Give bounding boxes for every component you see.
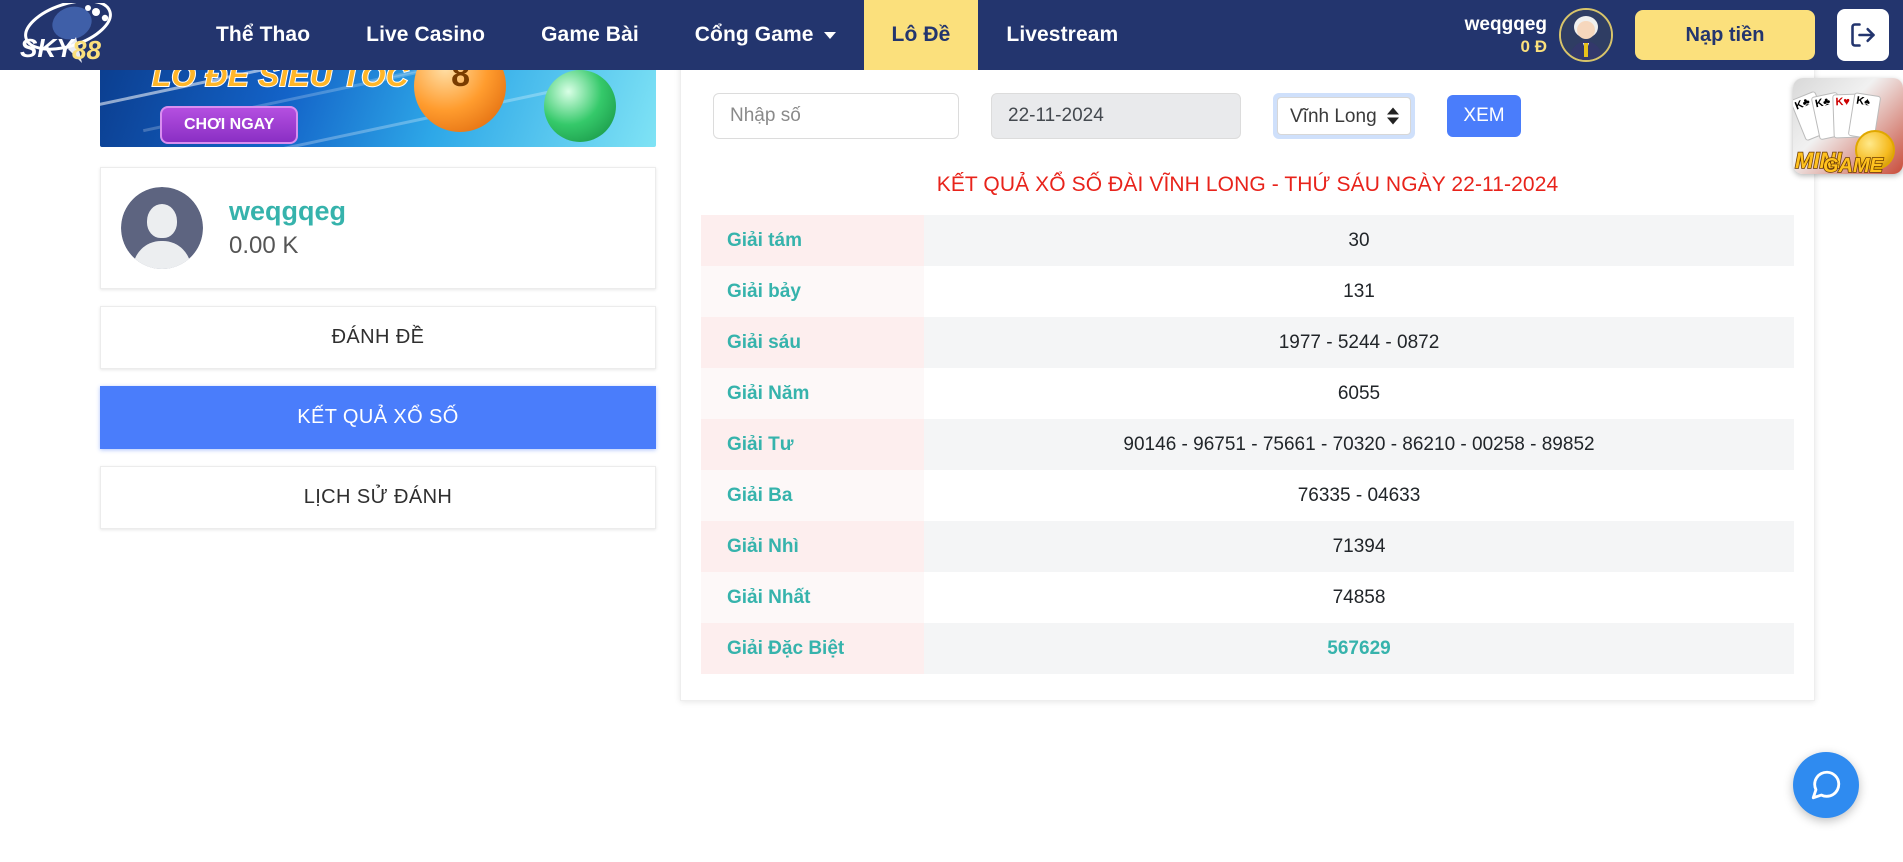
province-select-wrapper: Vĩnh Long: [1273, 93, 1415, 139]
avatar[interactable]: [1559, 8, 1613, 62]
nav-item-live-casino[interactable]: Live Casino: [338, 0, 513, 70]
header-balance: 0 Đ: [1520, 37, 1547, 57]
prize-label: Giải tám: [701, 215, 924, 266]
minigame-label2: GAME: [1822, 154, 1884, 174]
view-button[interactable]: XEM: [1447, 95, 1521, 137]
sidebar-username: weqgqeg: [229, 196, 347, 226]
prize-label: Giải Nhì: [701, 521, 924, 572]
table-row: Giải Năm 6055: [701, 368, 1794, 419]
lottery-ball-green-icon: [544, 70, 616, 142]
promo-cta-button[interactable]: CHƠI NGAY: [160, 106, 299, 144]
prize-value: 131: [924, 266, 1794, 317]
prize-value: 74858: [924, 572, 1794, 623]
main-nav: Thể Thao Live Casino Game Bài Cổng Game …: [188, 0, 1146, 70]
nav-item-cong-game[interactable]: Cổng Game: [667, 0, 864, 70]
sidebar: 8 LÔ ĐỀ SIÊU TỐC CHƠI NGAY weqgqeg 0.00 …: [100, 32, 656, 529]
prize-value: 76335 - 04633: [924, 470, 1794, 521]
nav-item-livestream[interactable]: Livestream: [978, 0, 1146, 70]
minigame-widget[interactable]: K♣ K♣ K♥ K♠ MINI GAME: [1793, 78, 1903, 174]
nav-label: Game Bài: [541, 23, 639, 46]
nav-label: Thể Thao: [216, 23, 311, 46]
sidebar-item-danh-de[interactable]: ĐÁNH ĐỀ: [100, 306, 656, 369]
nav-item-lo-de[interactable]: Lô Đề: [863, 0, 979, 70]
prize-label: Giải Đặc Biệt: [701, 623, 924, 674]
results-panel: Vĩnh Long XEM KẾT QUẢ XỔ SỐ ĐÀI VĨNH LON…: [680, 57, 1815, 701]
avatar-image: [1561, 10, 1611, 60]
prize-label: Giải sáu: [701, 317, 924, 368]
user-card: weqgqeg 0.00 K: [100, 167, 656, 289]
prize-label: Giải Nhất: [701, 572, 924, 623]
logout-icon: [1851, 23, 1875, 47]
results-table: Giải tám 30 Giải bảy 131 Giải sáu 1977 -…: [701, 215, 1794, 674]
prize-label: Giải Ba: [701, 470, 924, 521]
chevron-down-icon: [823, 31, 836, 39]
prize-value: 71394: [924, 521, 1794, 572]
result-title: KẾT QUẢ XỔ SỐ ĐÀI VĨNH LONG - THỨ SÁU NG…: [936, 173, 1559, 196]
table-row: Giải Tư 90146 - 96751 - 75661 - 70320 - …: [701, 419, 1794, 470]
avatar: [121, 187, 203, 269]
nav-label: Lô Đề: [891, 23, 951, 46]
site-header: SKY 88 Thể Thao Live Casino Game Bài Cổn…: [0, 0, 1903, 70]
sidebar-item-ket-qua-xo-so[interactable]: KẾT QUẢ XỔ SỐ: [100, 386, 656, 449]
chat-icon: [1811, 770, 1841, 800]
search-controls: Vĩnh Long XEM: [701, 93, 1794, 139]
sidebar-item-label: ĐÁNH ĐỀ: [331, 326, 425, 348]
sidebar-balance: 0.00 K: [229, 232, 299, 259]
nav-label: Livestream: [1006, 23, 1119, 46]
svg-text:88: 88: [72, 35, 101, 65]
logo[interactable]: SKY 88: [0, 0, 140, 70]
prize-value: 567629: [924, 623, 1794, 674]
table-row: Giải Ba 76335 - 04633: [701, 470, 1794, 521]
prize-value: 6055: [924, 368, 1794, 419]
page-body: 8 LÔ ĐỀ SIÊU TỐC CHƠI NGAY weqgqeg 0.00 …: [0, 32, 1903, 862]
header-username: weqgqeg: [1464, 13, 1547, 35]
sidebar-item-label: KẾT QUẢ XỔ SỐ: [297, 406, 459, 428]
table-row: Giải Đặc Biệt 567629: [701, 623, 1794, 674]
prize-value: 1977 - 5244 - 0872: [924, 317, 1794, 368]
prize-label: Giải Năm: [701, 368, 924, 419]
svg-text:SKY: SKY: [20, 33, 76, 63]
date-input[interactable]: [991, 93, 1241, 139]
sky88-logo-icon: SKY 88: [20, 3, 112, 65]
table-row: Giải sáu 1977 - 5244 - 0872: [701, 317, 1794, 368]
user-summary: weqgqeg 0 Đ: [1465, 13, 1547, 58]
prize-label: Giải bảy: [701, 266, 924, 317]
prize-value: 30: [924, 215, 1794, 266]
table-row: Giải bảy 131: [701, 266, 1794, 317]
nav-label: Cổng Game: [694, 23, 814, 46]
nav-item-the-thao[interactable]: Thể Thao: [188, 0, 338, 70]
search-number-input[interactable]: [713, 93, 959, 139]
table-row: Giải Nhất 74858: [701, 572, 1794, 623]
nav-label: Live Casino: [366, 23, 486, 46]
province-select[interactable]: Vĩnh Long: [1277, 97, 1411, 135]
sidebar-item-lich-su-danh[interactable]: LỊCH SỬ ĐÁNH: [100, 466, 656, 529]
chat-support-button[interactable]: [1793, 752, 1859, 818]
table-row: Giải Nhì 71394: [701, 521, 1794, 572]
sidebar-item-label: LỊCH SỬ ĐÁNH: [303, 486, 453, 508]
prize-value: 90146 - 96751 - 75661 - 70320 - 86210 - …: [924, 419, 1794, 470]
prize-label: Giải Tư: [701, 419, 924, 470]
logout-button[interactable]: [1837, 9, 1889, 61]
deposit-button[interactable]: Nạp tiền: [1635, 10, 1815, 60]
nav-item-game-bai[interactable]: Game Bài: [513, 0, 667, 70]
user-area: weqgqeg 0 Đ Nạp tiền: [1465, 0, 1903, 70]
table-row: Giải tám 30: [701, 215, 1794, 266]
